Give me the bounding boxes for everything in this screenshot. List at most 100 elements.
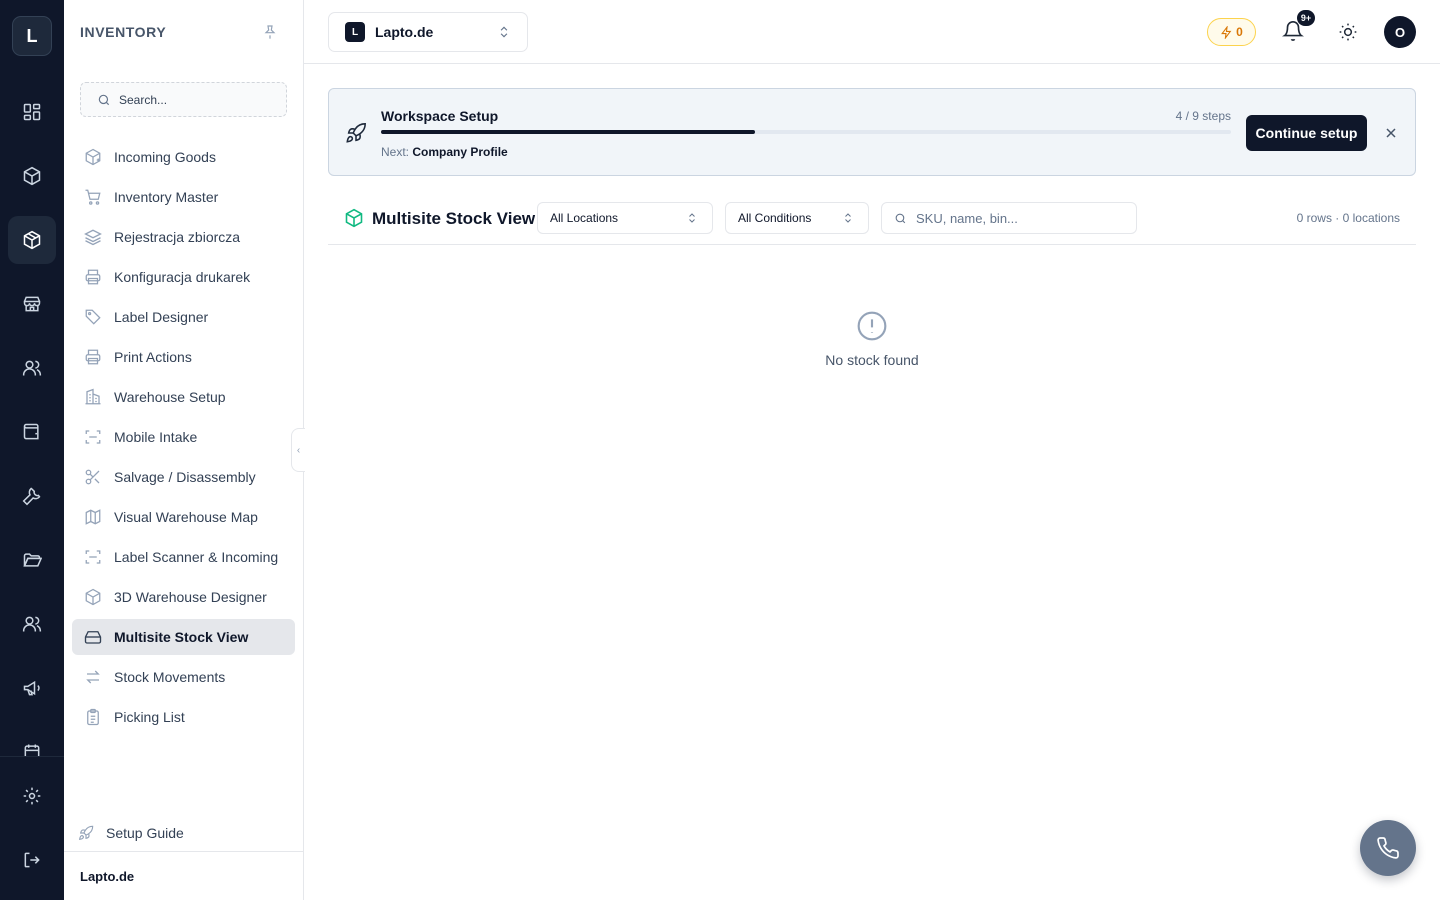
- sidebar-item-label: Inventory Master: [114, 189, 219, 205]
- alert-circle-icon: [857, 311, 887, 341]
- sidebar-title: INVENTORY: [80, 24, 167, 40]
- empty-state-message: No stock found: [825, 352, 919, 368]
- sidebar-item-label: Multisite Stock View: [114, 629, 249, 645]
- sidebar-item-salvage-disassembly[interactable]: Salvage / Disassembly: [72, 459, 295, 495]
- scan-icon: [85, 550, 101, 564]
- location-filter-select[interactable]: All Locations: [537, 202, 713, 234]
- sidebar-item-label: Incoming Goods: [114, 149, 216, 165]
- setup-progress-bar: [381, 130, 1231, 134]
- location-filter-value: All Locations: [550, 211, 619, 225]
- rocket-icon: [79, 825, 94, 840]
- printer-icon: [85, 269, 101, 285]
- sidebar-search-input[interactable]: Search...: [80, 82, 287, 117]
- inventory-icon[interactable]: [8, 216, 56, 264]
- stock-view-toolbar: Multisite Stock View All Locations All C…: [328, 192, 1416, 245]
- sidebar-item-rejestracja-zbiorcza[interactable]: Rejestracja zbiorcza: [72, 219, 295, 255]
- users-icon[interactable]: [8, 344, 56, 392]
- credits-count: 0: [1236, 25, 1243, 39]
- sidebar-item-3d-warehouse-designer[interactable]: 3D Warehouse Designer: [72, 579, 295, 615]
- folder-icon[interactable]: [8, 536, 56, 584]
- wrench-icon[interactable]: [8, 472, 56, 520]
- sidebar-search-placeholder: Search...: [119, 92, 168, 107]
- printer-icon: [85, 349, 101, 365]
- continue-setup-button[interactable]: Continue setup: [1246, 115, 1367, 151]
- sidebar-item-incoming-goods[interactable]: Incoming Goods: [72, 139, 295, 175]
- top-header: L Lapto.de 0 9+ O: [304, 0, 1440, 64]
- sidebar-item-label: Print Actions: [114, 349, 192, 365]
- sidebar-item-multisite-stock-view[interactable]: Multisite Stock View: [72, 619, 295, 655]
- sidebar-item-label-designer[interactable]: Label Designer: [72, 299, 295, 335]
- sidebar-item-warehouse-setup[interactable]: Warehouse Setup: [72, 379, 295, 415]
- sidebar-item-konfiguracja-drukarek[interactable]: Konfiguracja drukarek: [72, 259, 295, 295]
- team-icon[interactable]: [8, 600, 56, 648]
- sidebar-item-picking-list[interactable]: Picking List: [72, 699, 295, 735]
- chevron-left-icon: ‹: [296, 444, 301, 456]
- sidebar-item-print-actions[interactable]: Print Actions: [72, 339, 295, 375]
- condition-filter-select[interactable]: All Conditions: [725, 202, 869, 234]
- map-icon: [85, 509, 101, 525]
- building-icon: [85, 388, 101, 405]
- chevrons-up-down-icon: [845, 213, 851, 223]
- sidebar-item-stock-movements[interactable]: Stock Movements: [72, 659, 295, 695]
- wallet-icon[interactable]: [8, 408, 56, 456]
- sun-icon[interactable]: [1338, 22, 1358, 42]
- workspace-setup-banner: Workspace Setup 4 / 9 steps Next: Compan…: [328, 88, 1416, 176]
- scissors-icon: [85, 469, 100, 485]
- page-title: Multisite Stock View: [372, 209, 536, 228]
- sidebar-footer-workspace: Lapto.de: [64, 851, 303, 900]
- scan-icon: [85, 430, 101, 444]
- rail-scroll[interactable]: L: [0, 0, 64, 756]
- settings-icon[interactable]: [8, 772, 56, 820]
- sidebar-item-label: Picking List: [114, 709, 185, 725]
- package-icon[interactable]: [8, 152, 56, 200]
- sidebar-item-label: Rejestracja zbiorcza: [114, 229, 241, 245]
- workspace-switcher[interactable]: L Lapto.de: [328, 12, 528, 52]
- store-icon[interactable]: [8, 280, 56, 328]
- sidebar-item-label-scanner-incoming[interactable]: Label Scanner & Incoming: [72, 539, 295, 575]
- tag-icon: [85, 309, 101, 325]
- rocket-icon: [346, 123, 366, 143]
- stock-search-placeholder: SKU, name, bin...: [916, 210, 1018, 226]
- sidebar-item-label: Stock Movements: [114, 669, 226, 685]
- call-support-button[interactable]: [1360, 820, 1416, 876]
- close-icon[interactable]: [1383, 125, 1399, 141]
- arrows-icon: [86, 670, 100, 684]
- workspace-badge: L: [345, 22, 365, 42]
- credits-badge[interactable]: 0: [1207, 18, 1256, 46]
- logout-icon[interactable]: [8, 836, 56, 884]
- sidebar-item-visual-warehouse-map[interactable]: Visual Warehouse Map: [72, 499, 295, 535]
- sidebar-nav: Incoming Goods Inventory Master Rejestra…: [72, 139, 295, 739]
- setup-guide-label: Setup Guide: [106, 825, 184, 841]
- banner-step-count: 4 / 9 steps: [1175, 109, 1231, 123]
- stock-search-input[interactable]: SKU, name, bin...: [881, 202, 1137, 234]
- inventory-sidebar: INVENTORY Search... Incoming Goods Inven…: [64, 0, 304, 900]
- sidebar-item-mobile-intake[interactable]: Mobile Intake: [72, 419, 295, 455]
- chevrons-up-down-icon: [500, 26, 508, 38]
- sidebar-item-label: Visual Warehouse Map: [114, 509, 258, 525]
- banner-next-step: Next: Company Profile: [381, 145, 508, 159]
- sidebar-item-label: Warehouse Setup: [114, 389, 226, 405]
- sidebar-item-label: Label Designer: [114, 309, 209, 325]
- avatar[interactable]: O: [1384, 16, 1416, 48]
- sidebar-collapse-handle[interactable]: ‹: [291, 428, 305, 472]
- workspace-name: Lapto.de: [375, 24, 434, 40]
- phone-icon: [1377, 837, 1399, 859]
- setup-progress-fill: [381, 130, 755, 134]
- app-logo[interactable]: L: [12, 16, 52, 56]
- calendar-icon[interactable]: [8, 728, 56, 756]
- notifications-badge: 9+: [1297, 10, 1315, 26]
- pin-icon[interactable]: [262, 24, 278, 40]
- result-counts: 0 rows · 0 locations: [1296, 211, 1400, 225]
- sidebar-item-inventory-master[interactable]: Inventory Master: [72, 179, 295, 215]
- sidebar-item-label: Label Scanner & Incoming: [114, 549, 279, 565]
- sidebar-item-label: Salvage / Disassembly: [114, 469, 256, 485]
- cart-icon: [85, 189, 101, 205]
- banner-title: Workspace Setup: [381, 108, 499, 124]
- dashboard-icon[interactable]: [8, 88, 56, 136]
- empty-state: No stock found: [328, 310, 1416, 368]
- next-label: Next:: [381, 145, 410, 159]
- search-icon: [895, 213, 906, 223]
- megaphone-icon[interactable]: [8, 664, 56, 712]
- rail-divider: [0, 756, 64, 757]
- setup-guide-link[interactable]: Setup Guide: [78, 820, 184, 846]
